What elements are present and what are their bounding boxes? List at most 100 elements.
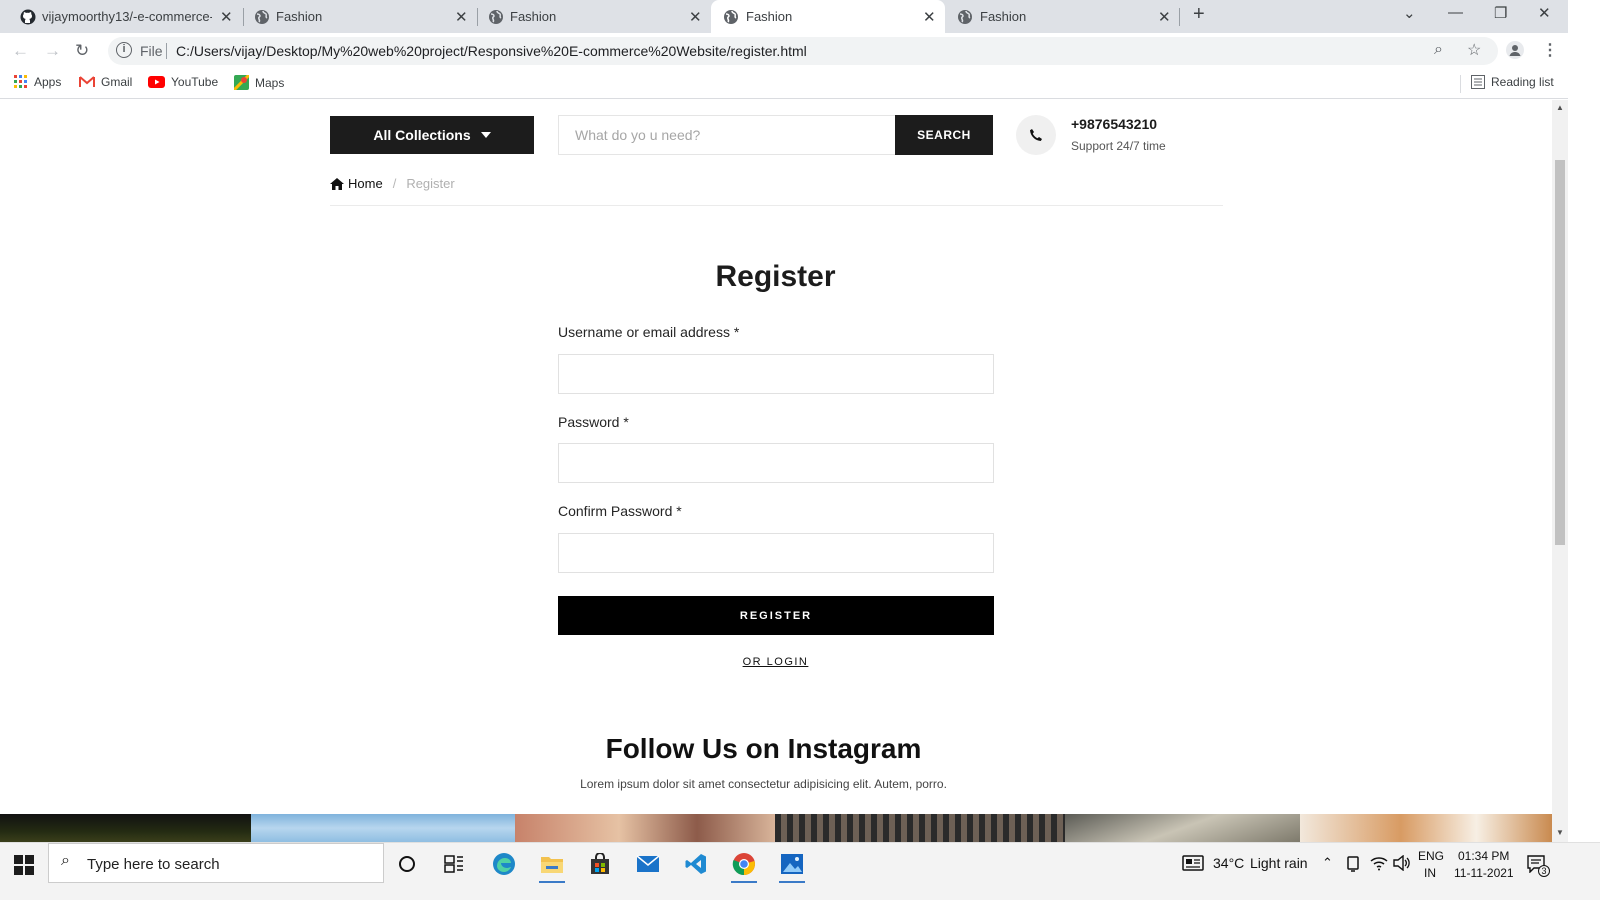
file-explorer-icon[interactable] <box>535 849 569 883</box>
instagram-photo[interactable] <box>1300 814 1552 842</box>
taskbar-search-placeholder: Type here to search <box>87 856 220 873</box>
browser-tab[interactable]: Fashion ✕ <box>234 0 477 33</box>
mail-icon[interactable] <box>631 849 665 879</box>
apps-grid-icon <box>14 75 27 88</box>
store-icon[interactable] <box>583 849 617 879</box>
bookmark-youtube[interactable]: YouTube <box>148 75 218 89</box>
close-tab-icon[interactable]: ✕ <box>455 8 468 26</box>
address-bar[interactable]: i File C:/Users/vijay/Desktop/My%20web%2… <box>108 37 1498 65</box>
instagram-subtitle: Lorem ipsum dolor sit amet consectetur a… <box>580 777 947 791</box>
photos-icon[interactable] <box>775 849 809 883</box>
tray-chevron-up-icon[interactable]: ⌃ <box>1322 855 1333 871</box>
all-collections-dropdown[interactable]: All Collections <box>330 116 534 154</box>
username-field[interactable] <box>558 354 994 394</box>
vscode-icon[interactable] <box>679 849 713 879</box>
browser-tab[interactable]: vijaymoorthy13/-e-commerce-sit ✕ <box>0 0 243 33</box>
password-label: Password * <box>558 414 629 430</box>
taskbar-search-box[interactable]: ⌕ Type here to search <box>48 843 384 883</box>
close-window-icon[interactable]: ✕ <box>1538 4 1551 22</box>
instagram-photo[interactable] <box>0 814 251 842</box>
language-region[interactable]: IN <box>1424 866 1436 880</box>
page-scrollbar[interactable]: ▲ ▼ <box>1552 100 1568 842</box>
minimize-icon[interactable]: — <box>1448 4 1463 21</box>
breadcrumb: Home / Register <box>330 176 455 191</box>
instagram-photo[interactable] <box>775 814 1065 842</box>
bookmark-label: Apps <box>34 75 62 89</box>
globe-icon <box>255 10 269 24</box>
tab-title: Fashion <box>510 9 557 24</box>
clock-time[interactable]: 01:34 PM <box>1458 849 1509 863</box>
youtube-icon <box>148 76 165 88</box>
edge-icon[interactable] <box>487 849 521 879</box>
browser-toolbar: ← → ↻ i File C:/Users/vijay/Desktop/My%2… <box>0 33 1568 69</box>
instagram-photo[interactable] <box>1065 814 1300 842</box>
instagram-photo[interactable] <box>515 814 775 842</box>
bookmark-label: YouTube <box>171 75 219 89</box>
language-code[interactable]: ENG <box>1418 849 1444 863</box>
scrollbar-thumb[interactable] <box>1555 160 1565 545</box>
github-icon <box>20 9 36 25</box>
globe-icon <box>489 10 503 24</box>
reading-list-button[interactable]: Reading list <box>1471 75 1554 89</box>
scroll-down-icon[interactable]: ▼ <box>1556 828 1564 837</box>
collections-label: All Collections <box>373 127 471 143</box>
tab-search-icon[interactable]: ⌄ <box>1403 4 1416 22</box>
page-viewport: All Collections SEARCH +9876543210 Suppo… <box>0 100 1552 842</box>
password-field[interactable] <box>558 443 994 483</box>
breadcrumb-home-link[interactable]: Home <box>348 176 383 191</box>
zoom-icon[interactable]: ⌕ <box>1434 41 1443 59</box>
back-icon[interactable]: ← <box>12 41 29 61</box>
maps-icon <box>234 75 249 90</box>
close-tab-icon[interactable]: ✕ <box>220 8 233 26</box>
reading-list-icon <box>1471 75 1485 89</box>
confirm-password-label: Confirm Password * <box>558 503 682 519</box>
menu-kebab-icon[interactable]: ⋮ <box>1542 40 1558 60</box>
address-url[interactable]: C:/Users/vijay/Desktop/My%20web%20projec… <box>176 43 807 59</box>
or-login-link[interactable]: OR LOGIN <box>558 656 993 668</box>
bookmark-maps[interactable]: Maps <box>234 75 284 90</box>
site-info-icon[interactable]: i <box>116 42 132 58</box>
bookmark-gmail[interactable]: Gmail <box>79 75 132 89</box>
forward-icon[interactable]: → <box>44 41 61 61</box>
close-tab-icon[interactable]: ✕ <box>689 8 702 26</box>
reload-icon[interactable]: ↻ <box>75 41 89 61</box>
weather-condition[interactable]: Light rain <box>1250 855 1308 871</box>
bookmarks-divider <box>1460 75 1461 93</box>
profile-icon[interactable] <box>1506 41 1524 59</box>
browser-tab-active[interactable]: Fashion ✕ <box>711 0 945 33</box>
search-icon: ⌕ <box>61 852 70 869</box>
close-tab-icon[interactable]: ✕ <box>1158 8 1171 26</box>
address-scheme: File <box>140 43 163 59</box>
wifi-icon[interactable] <box>1370 855 1388 871</box>
bookmark-star-icon[interactable]: ☆ <box>1467 40 1481 60</box>
scroll-up-icon[interactable]: ▲ <box>1556 103 1564 112</box>
search-input[interactable] <box>558 115 896 155</box>
windows-taskbar: ⌕ Type here to search 34°C Light rain ⌃ … <box>0 842 1600 900</box>
chrome-icon[interactable] <box>727 849 761 883</box>
task-view-icon[interactable] <box>437 849 471 879</box>
news-widget-icon[interactable] <box>1182 855 1204 871</box>
instagram-photo[interactable] <box>251 814 515 842</box>
new-tab-icon[interactable]: + <box>1193 3 1205 26</box>
close-tab-icon[interactable]: ✕ <box>923 8 936 26</box>
restore-icon[interactable]: ❐ <box>1494 4 1507 22</box>
support-hours: Support 24/7 time <box>1071 139 1166 153</box>
volume-icon[interactable] <box>1393 855 1411 871</box>
register-button[interactable]: REGISTER <box>558 596 994 635</box>
notification-count: 3 <box>1538 865 1550 877</box>
weather-temperature[interactable]: 34°C <box>1213 855 1244 871</box>
globe-icon <box>724 10 738 24</box>
browser-tab[interactable]: Fashion ✕ <box>468 0 711 33</box>
bookmark-label: Maps <box>255 75 285 90</box>
confirm-password-field[interactable] <box>558 533 994 573</box>
clock-date[interactable]: 11-11-2021 <box>1454 866 1514 880</box>
bookmark-apps[interactable]: Apps <box>14 75 61 89</box>
device-icon[interactable] <box>1346 856 1360 872</box>
tab-title: vijaymoorthy13/-e-commerce-sit <box>42 9 212 24</box>
caret-down-icon <box>480 132 491 138</box>
breadcrumb-current: Register <box>406 176 455 191</box>
cortana-icon[interactable] <box>390 849 424 879</box>
browser-tab[interactable]: Fashion ✕ <box>945 0 1179 33</box>
windows-start-icon[interactable] <box>14 855 34 875</box>
search-button[interactable]: SEARCH <box>895 115 993 155</box>
